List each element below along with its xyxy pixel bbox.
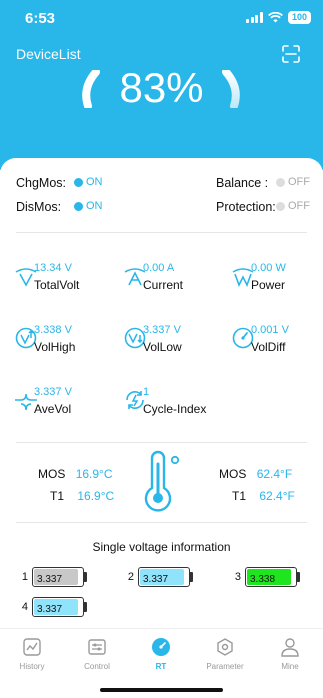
balance-label: Balance : <box>216 176 269 190</box>
dismos-label: DisMos: <box>16 200 62 214</box>
parameter-icon <box>217 638 233 656</box>
soc-percent: 83% <box>119 64 204 111</box>
single-voltage-title: Single voltage information <box>92 540 231 554</box>
tab-control[interactable]: Control <box>67 637 127 671</box>
metric-volhigh: 3.338 V VolHigh <box>14 324 114 360</box>
cell-battery: 1 3.337 <box>18 567 87 587</box>
temp-t1-f: T1 62.4°F <box>232 489 295 503</box>
cell-battery: 2 3.337 <box>124 567 193 587</box>
wifi-icon <box>268 12 283 23</box>
dismos-toggle[interactable]: ON <box>74 200 103 212</box>
device-list-link[interactable]: DeviceList <box>16 46 81 62</box>
soc-arc-right <box>222 70 240 108</box>
tab-parameter[interactable]: Parameter <box>195 637 255 671</box>
tab-history[interactable]: History <box>2 637 62 671</box>
tab-mine[interactable]: Mine <box>260 637 320 671</box>
history-icon <box>23 638 41 656</box>
temp-mos-f: MOS 62.4°F <box>219 467 293 481</box>
status-time: 6:53 <box>25 10 56 27</box>
chgmos-label: ChgMos: <box>16 176 67 190</box>
chgmos-toggle[interactable]: ON <box>74 176 103 188</box>
metric-voldiff: 0.001 V VolDiff <box>231 324 323 360</box>
mine-icon <box>281 638 299 657</box>
home-indicator <box>100 688 223 692</box>
header-panel: 6:53 100 DeviceList 83% <box>0 0 323 170</box>
thermometer-icon <box>144 450 180 512</box>
metric-avevol: 3.337 V AveVol <box>14 386 114 422</box>
cell-battery: 3 3.338 <box>231 567 300 587</box>
divider <box>16 232 307 233</box>
temp-t1-c: T1 16.9°C <box>50 489 115 503</box>
metric-power: 0.00 W Power <box>231 262 323 298</box>
battery-indicator: 100 <box>287 11 311 24</box>
protection-label: Protection: <box>216 200 276 214</box>
metric-current: 0.00 A Current <box>123 262 223 298</box>
scan-icon[interactable] <box>281 44 301 64</box>
metric-vollow: 3.337 V VolLow <box>123 324 223 360</box>
divider <box>16 522 307 523</box>
cell-battery: 4 3.337 <box>18 597 87 617</box>
tab-rt[interactable]: RT <box>131 637 191 671</box>
protection-toggle[interactable]: OFF <box>276 200 310 212</box>
temp-mos-c: MOS 16.9°C <box>38 467 113 481</box>
divider <box>16 442 307 443</box>
metric-cycle: 1 Cycle-Index <box>123 386 223 422</box>
rt-icon <box>152 638 170 656</box>
balance-toggle[interactable]: OFF <box>276 176 310 188</box>
signal-icon <box>246 12 263 23</box>
chgmos-row: ChgMos: <box>16 176 66 190</box>
control-icon <box>88 639 106 655</box>
status-bar: 6:53 100 <box>0 0 323 36</box>
metric-totalvolt: 13.34 V TotalVolt <box>14 262 114 298</box>
